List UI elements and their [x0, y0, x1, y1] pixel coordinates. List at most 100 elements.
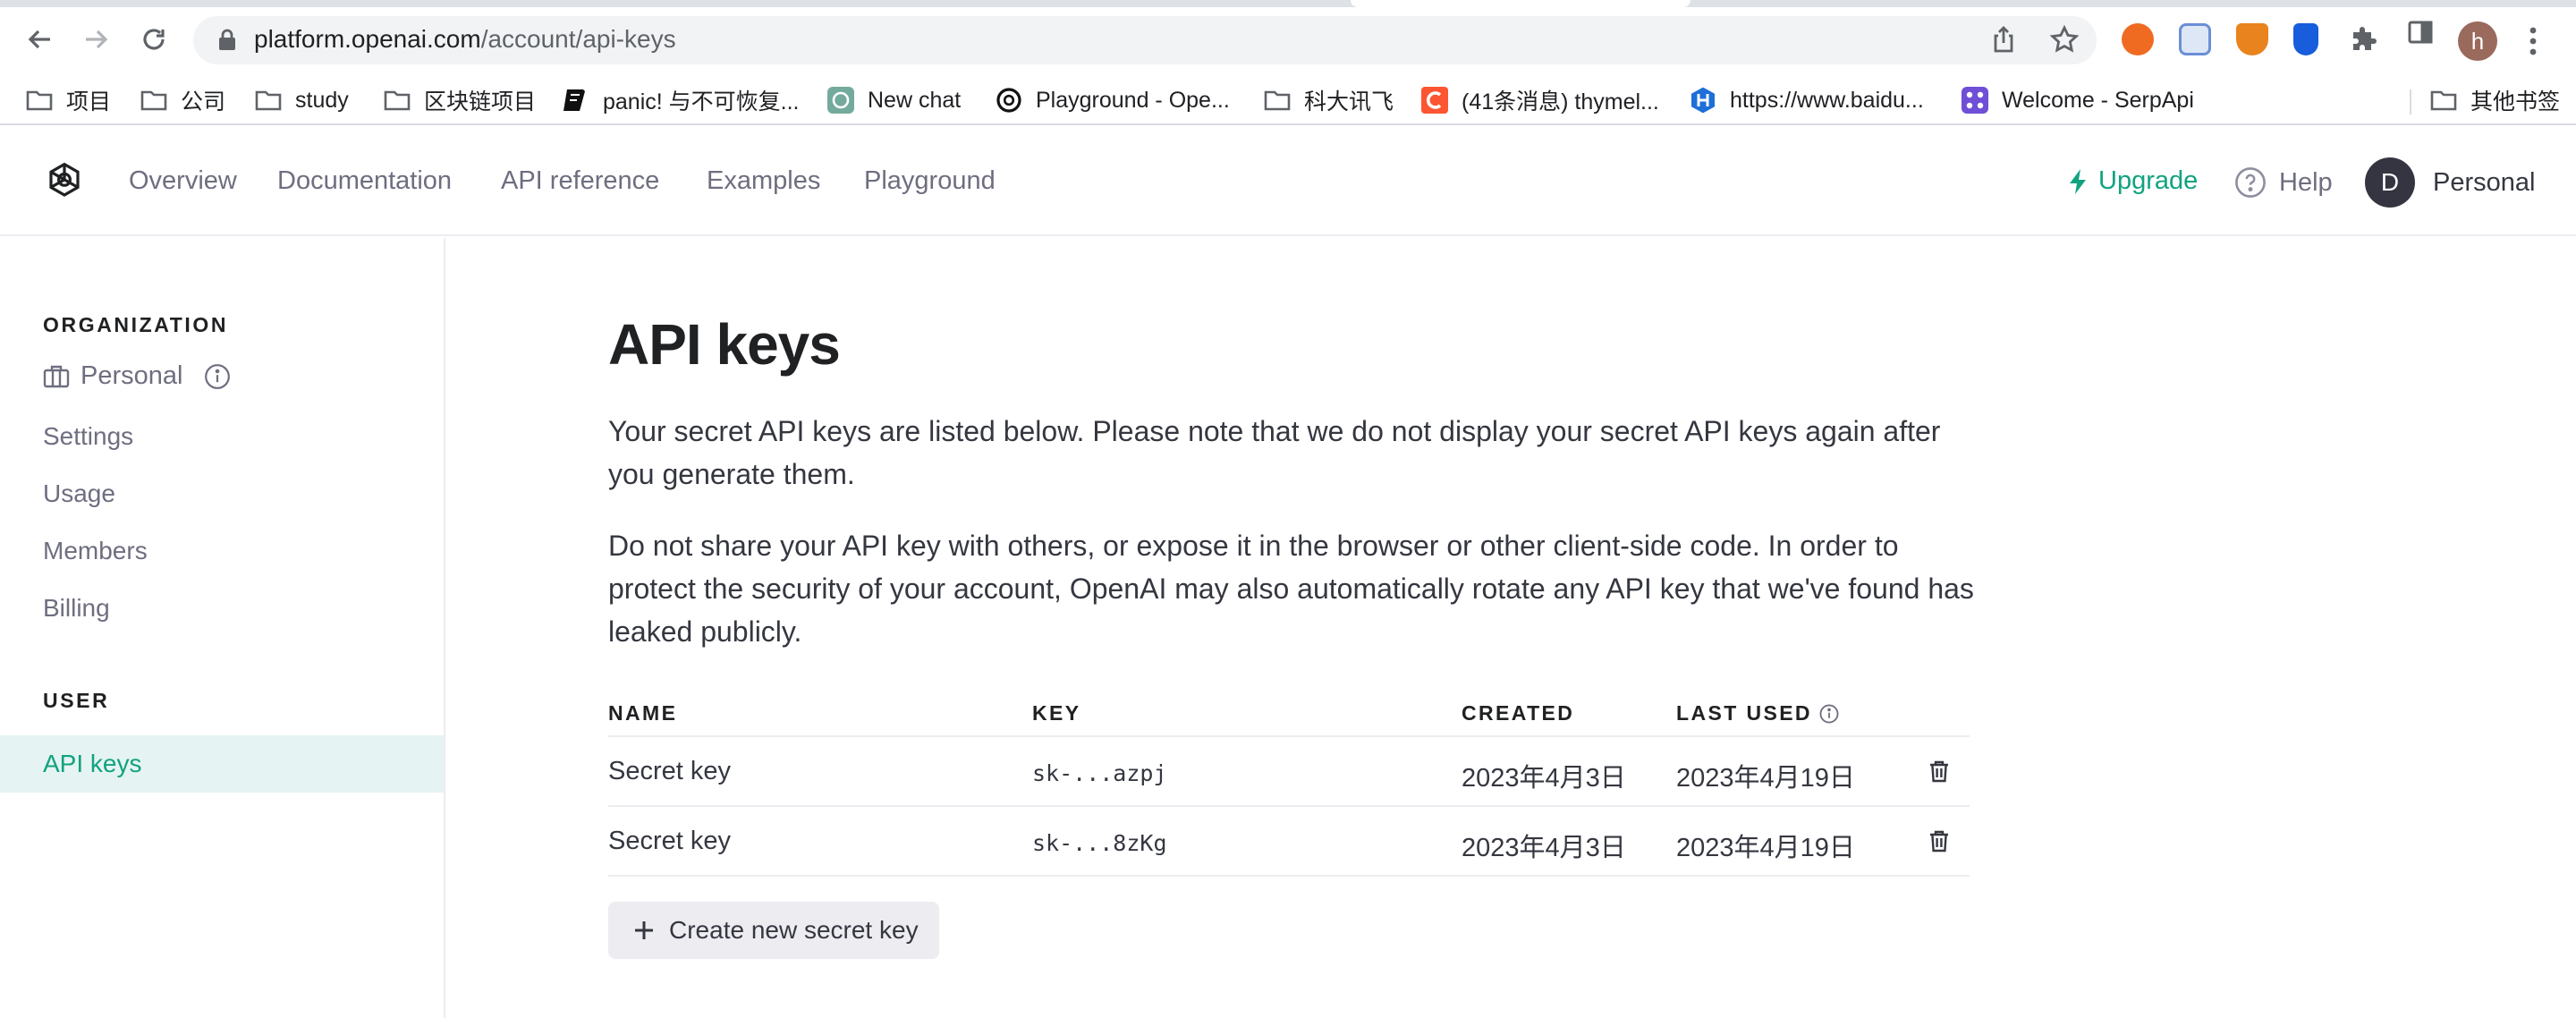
bookmark-item[interactable]: 其他书签	[2429, 84, 2560, 116]
sidebar-item-settings[interactable]: Settings	[43, 422, 133, 451]
account-name: Personal	[2433, 167, 2536, 197]
bookmark-item[interactable]: panic! 与不可恢复...	[562, 84, 800, 116]
bitwarden-shield-icon[interactable]	[2293, 23, 2318, 55]
bookmark-item[interactable]: Playground - Ope...	[995, 84, 1230, 116]
column-label: KEY	[1032, 701, 1081, 725]
extensions-bar	[2111, 16, 2433, 64]
create-secret-key-label: Create new secret key	[669, 916, 919, 944]
tab-strip	[0, 0, 2576, 7]
url-text[interactable]: platform.openai.com/account/api-keys	[254, 25, 676, 54]
create-secret-key-button[interactable]: Create new secret key	[608, 902, 939, 959]
warning-paragraph: Do not share your API key with others, o…	[608, 530, 1974, 648]
folder-icon	[2430, 90, 2457, 111]
browser-toolbar: platform.openai.com/account/api-keys h	[0, 7, 2576, 72]
trash-icon[interactable]	[1927, 759, 1952, 784]
folder-icon	[384, 90, 411, 111]
org-switcher[interactable]: Personal	[43, 361, 231, 391]
bookmark-label: https://www.baidu...	[1730, 87, 1924, 113]
bookmark-item[interactable]: https://www.baidu...	[1689, 84, 1924, 116]
url-host: platform.openai.com	[254, 25, 481, 53]
key-name-cell: Secret key	[608, 757, 731, 785]
bookmark-label: 科大讯飞	[1304, 89, 1394, 115]
app-header: Overview Documentation API reference Exa…	[0, 129, 2576, 236]
info-icon[interactable]	[1819, 704, 1839, 724]
browser-menu-icon[interactable]	[2522, 25, 2544, 57]
nav-documentation[interactable]: Documentation	[277, 166, 452, 196]
page-title: API keys	[608, 312, 841, 377]
last-used-date-cell: 2023年4月19日	[1676, 834, 1855, 862]
account-menu[interactable]: D Personal	[2365, 157, 2535, 208]
bookmark-item[interactable]: 公司	[140, 84, 225, 116]
sidebar-item-api-keys[interactable]: API keys	[0, 735, 444, 793]
url-path: /account/api-keys	[480, 25, 676, 53]
bookmark-label: New chat	[868, 87, 962, 113]
profile-avatar[interactable]: h	[2458, 21, 2497, 61]
column-header-last-used: LAST USED	[1676, 701, 1839, 725]
lock-icon	[219, 29, 235, 50]
bookmark-label: (41条消息) thymel...	[1462, 89, 1659, 115]
share-icon[interactable]	[1989, 25, 2018, 54]
openai-logo-icon[interactable]	[43, 159, 86, 202]
folder-icon	[140, 90, 167, 111]
briefcase-icon	[43, 365, 70, 387]
info-icon[interactable]	[204, 363, 231, 390]
org-name: Personal	[80, 361, 183, 390]
help-label: Help	[2279, 167, 2333, 197]
back-icon[interactable]	[16, 16, 63, 63]
bookmark-label: 区块链项目	[424, 89, 537, 115]
reload-icon[interactable]	[131, 16, 177, 63]
column-header-name: NAME	[608, 701, 677, 725]
bookmark-item[interactable]: New chat	[826, 84, 961, 116]
bookmarks-divider	[2410, 89, 2411, 115]
bookmark-item[interactable]: 区块链项目	[383, 84, 536, 116]
help-link[interactable]: Help	[2234, 166, 2333, 199]
column-header-key: KEY	[1032, 701, 1081, 725]
sidebar-item-members[interactable]: Members	[43, 537, 148, 565]
sidebar: ORGANIZATION Personal Settings Usage Mem…	[0, 238, 445, 1018]
column-label: LAST USED	[1676, 701, 1812, 725]
bookmark-label: 公司	[181, 89, 226, 115]
metamask-fox-icon[interactable]	[2236, 23, 2268, 55]
key-value-cell: sk-...8zKg	[1032, 830, 1167, 856]
browser-chrome: platform.openai.com/account/api-keys h 项…	[0, 0, 2576, 129]
bookmark-label: panic! 与不可恢复...	[603, 89, 800, 115]
forward-icon[interactable]	[73, 16, 120, 63]
trash-icon[interactable]	[1927, 828, 1952, 853]
bookmark-item[interactable]: 科大讯飞	[1263, 84, 1394, 116]
nav-playground[interactable]: Playground	[864, 166, 996, 196]
lightning-icon	[2070, 168, 2086, 194]
puzzle-icon[interactable]	[2349, 27, 2377, 55]
bookmark-item[interactable]: (41条消息) thymel...	[1420, 84, 1659, 116]
upgrade-link[interactable]: Upgrade	[2068, 166, 2198, 196]
table-row: Secret key sk-...8zKg 2023年4月3日 2023年4月1…	[608, 807, 1970, 877]
sidebar-section-user: USER	[43, 689, 110, 712]
csdn-icon	[1421, 87, 1448, 114]
bookmark-label: Playground - Ope...	[1036, 87, 1230, 113]
bookmark-star-icon[interactable]	[2050, 25, 2079, 54]
folder-icon	[26, 90, 53, 111]
table-row: Secret key sk-...azpj 2023年4月3日 2023年4月1…	[608, 737, 1970, 807]
bookmark-item[interactable]: Welcome - SerpApi	[1961, 84, 2194, 116]
address-bar[interactable]: platform.openai.com/account/api-keys	[193, 16, 2097, 64]
extension-screen-icon[interactable]	[2179, 23, 2211, 55]
created-date-cell: 2023年4月3日	[1462, 834, 1626, 862]
last-used-date-cell: 2023年4月19日	[1676, 764, 1855, 793]
bookmarks-bar: 项目 公司 study 区块链项目 panic! 与不可恢复... New ch…	[0, 75, 2576, 125]
column-label: CREATED	[1462, 701, 1575, 725]
browser-window: platform.openai.com/account/api-keys h 项…	[0, 0, 2576, 1018]
openai-icon	[996, 88, 1021, 113]
nav-overview[interactable]: Overview	[129, 166, 237, 196]
sidebar-item-billing[interactable]: Billing	[43, 594, 110, 623]
bookmark-item[interactable]: 项目	[25, 84, 111, 116]
bookmark-item[interactable]: study	[254, 84, 349, 116]
sidebar-item-usage[interactable]: Usage	[43, 479, 115, 508]
active-tab[interactable]	[1351, 0, 1690, 7]
nav-api-reference[interactable]: API reference	[501, 166, 659, 196]
folder-icon	[255, 90, 282, 111]
extension-orange-icon[interactable]	[2122, 23, 2154, 55]
key-value-cell: sk-...azpj	[1032, 760, 1167, 786]
side-panel-icon[interactable]	[2406, 18, 2435, 47]
hexagon-h-icon	[1691, 87, 1715, 114]
column-header-created: CREATED	[1462, 701, 1574, 725]
nav-examples[interactable]: Examples	[707, 166, 820, 196]
